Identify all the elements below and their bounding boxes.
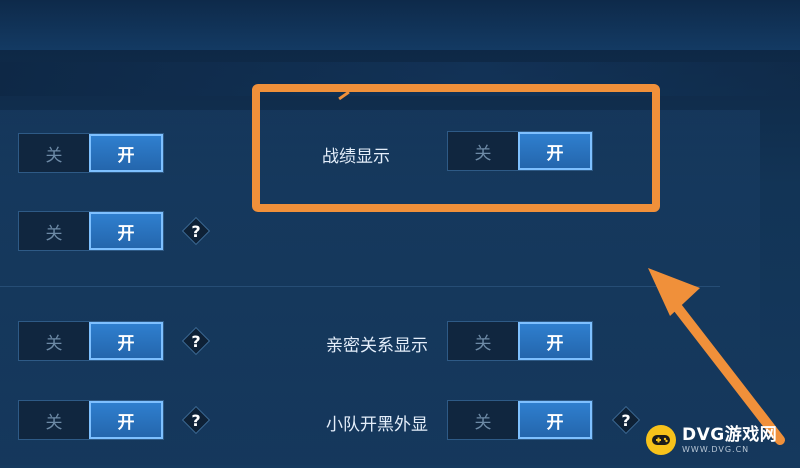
toggle-on-option[interactable]: 开 — [518, 401, 592, 439]
gamepad-icon — [646, 425, 676, 455]
setting-label-intimacy: 亲密关系显示 — [326, 336, 428, 356]
toggle-on-option[interactable]: 开 — [89, 212, 163, 250]
toggle-off-option[interactable]: 关 — [19, 212, 89, 250]
toggle-on-option[interactable]: 开 — [89, 134, 163, 172]
toggle-off-option[interactable]: 关 — [448, 401, 518, 439]
help-icon[interactable]: ? — [183, 407, 209, 433]
intimacy-toggle[interactable]: 关 开 — [447, 321, 593, 361]
left-toggle-1[interactable]: 关 开 — [18, 133, 164, 173]
top-bar — [0, 0, 800, 50]
toggle-off-option[interactable]: 关 — [448, 322, 518, 360]
help-icon[interactable]: ? — [613, 407, 639, 433]
toggle-on-option[interactable]: 开 — [89, 401, 163, 439]
left-toggle-2[interactable]: 关 开 — [18, 211, 164, 251]
setting-label-squad-display: 小队开黑外显 — [326, 415, 428, 435]
toggle-on-option[interactable]: 开 — [518, 322, 592, 360]
watermark-logo: DVG游戏网 WWW.DVG.CN — [646, 420, 794, 460]
left-toggle-4[interactable]: 关 开 — [18, 400, 164, 440]
highlight-box — [252, 84, 660, 212]
watermark-title: DVG游戏网 — [682, 424, 778, 445]
squad-display-toggle[interactable]: 关 开 — [447, 400, 593, 440]
toggle-on-option[interactable]: 开 — [89, 322, 163, 360]
watermark-url: WWW.DVG.CN — [682, 444, 750, 454]
toggle-off-option[interactable]: 关 — [19, 322, 89, 360]
section-divider — [0, 286, 720, 287]
left-toggle-3[interactable]: 关 开 — [18, 321, 164, 361]
toggle-off-option[interactable]: 关 — [19, 401, 89, 439]
help-icon[interactable]: ? — [183, 328, 209, 354]
toggle-off-option[interactable]: 关 — [19, 134, 89, 172]
help-icon[interactable]: ? — [183, 218, 209, 244]
